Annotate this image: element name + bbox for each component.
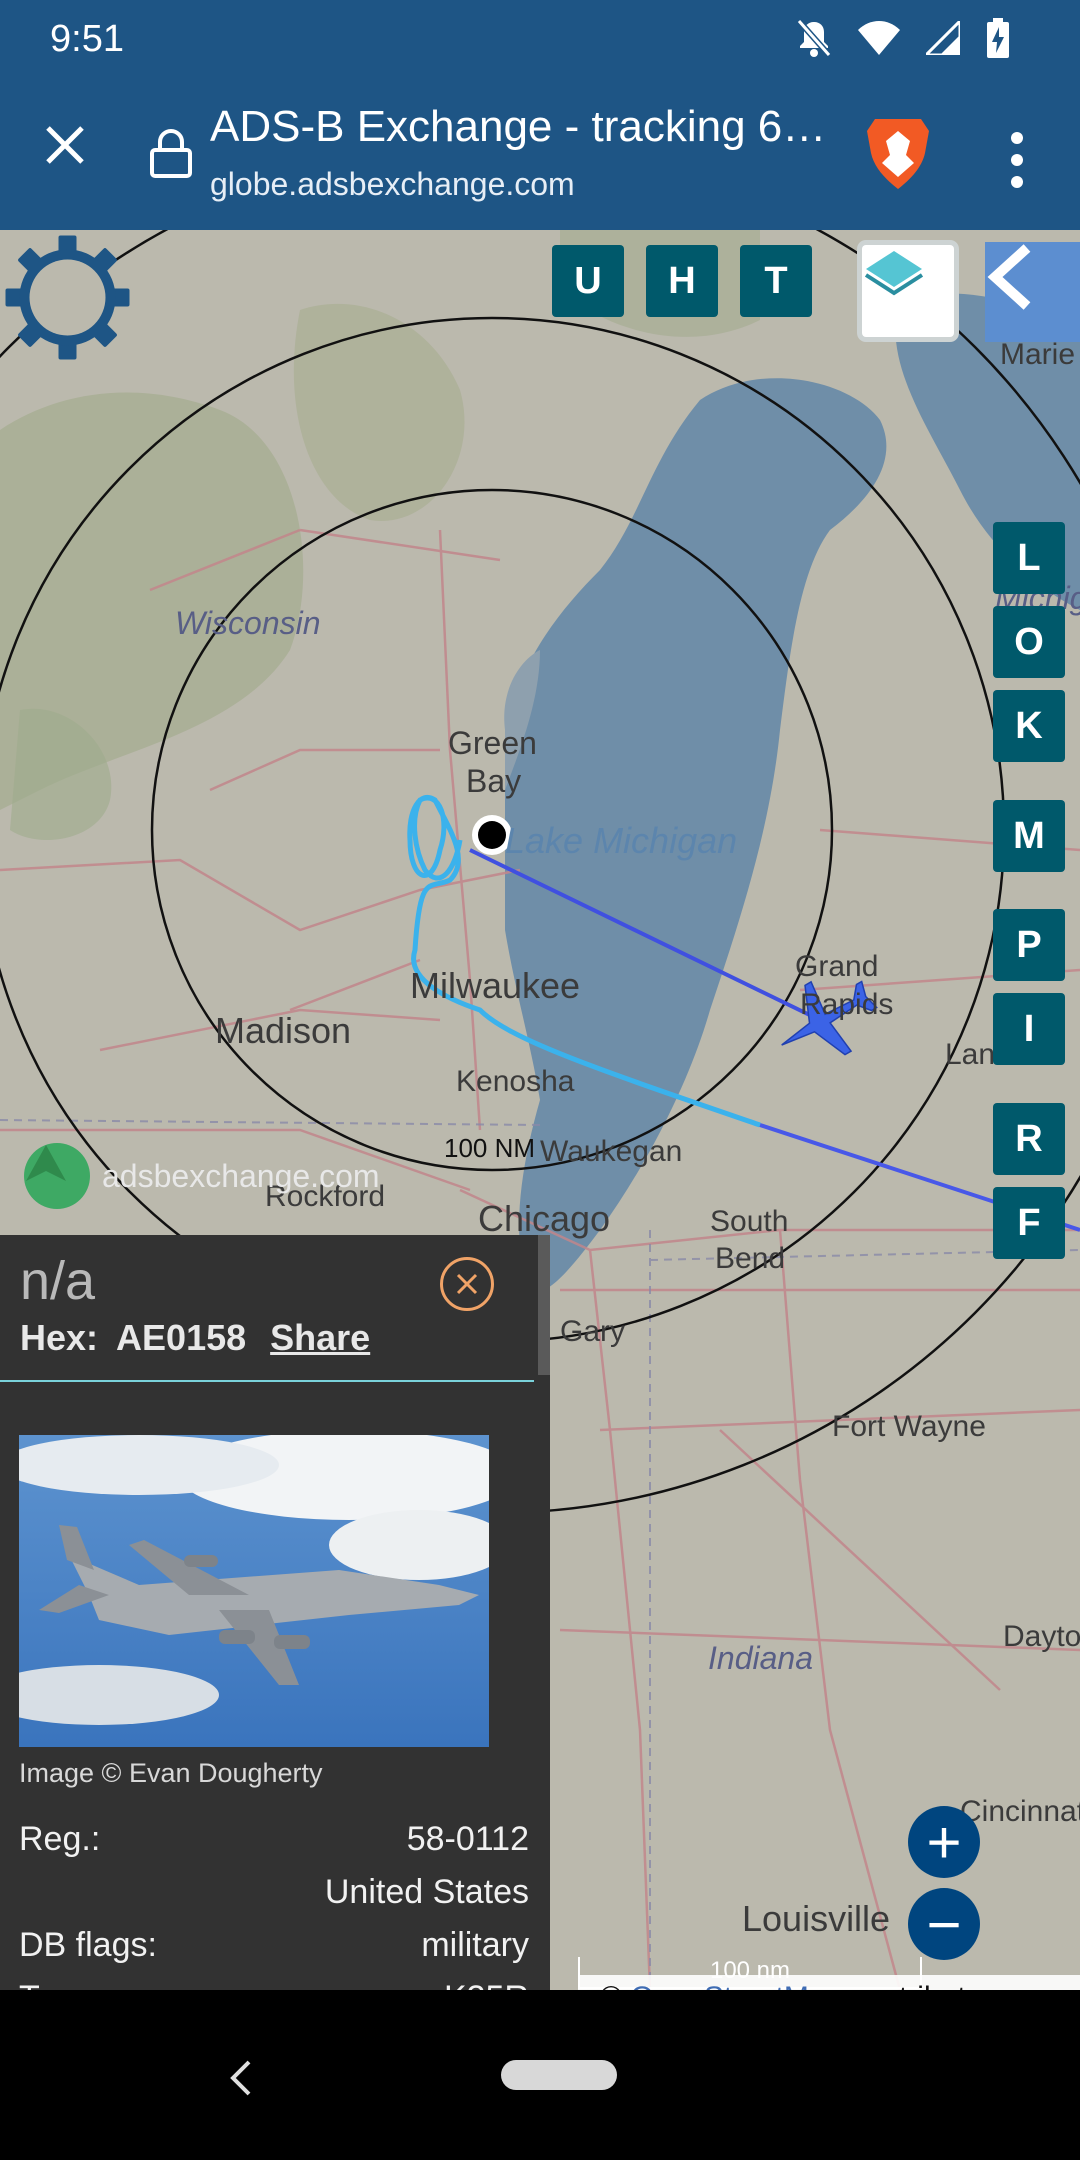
aircraft-callsign: n/a: [20, 1251, 96, 1311]
hex-value: AE0158: [116, 1317, 247, 1358]
image-credit: Image © Evan Dougherty: [19, 1758, 323, 1788]
adsbx-logo-icon: [24, 1143, 90, 1209]
hex-label: Hex:: [20, 1317, 99, 1358]
label-bay: Bay: [466, 763, 522, 799]
lock-icon[interactable]: [148, 128, 194, 178]
close-icon[interactable]: [40, 120, 90, 170]
aircraft-photo[interactable]: [19, 1435, 489, 1747]
button-o[interactable]: O: [993, 606, 1065, 678]
button-r[interactable]: R: [993, 1103, 1065, 1175]
label-indiana: Indiana: [708, 1640, 813, 1676]
panel-scrollbar[interactable]: [538, 1235, 550, 1375]
dnd-off-icon: [796, 19, 832, 57]
button-k[interactable]: K: [993, 690, 1065, 762]
detail-label: DB flags:: [19, 1926, 157, 1964]
label-louisville: Louisville: [742, 1898, 891, 1939]
label-madison: Madison: [215, 1010, 352, 1051]
button-f[interactable]: F: [993, 1187, 1065, 1259]
label-grand: Grand: [795, 950, 879, 983]
button-p[interactable]: P: [993, 909, 1065, 981]
label-south: South: [710, 1205, 789, 1238]
system-nav-bar: [0, 1990, 1080, 2160]
browser-toolbar: ADS-B Exchange - tracking 6… globe.adsbe…: [0, 80, 1080, 230]
detail-row-type: Type: K35R: [19, 1979, 529, 1990]
wifi-icon: [858, 21, 900, 55]
zoom-out-button[interactable]: −: [908, 1888, 980, 1960]
signal-icon: [926, 21, 960, 55]
label-milwaukee: Milwaukee: [410, 965, 581, 1006]
page-url[interactable]: globe.adsbexchange.com: [210, 166, 575, 203]
label-green: Green: [448, 725, 537, 761]
label-wisconsin: Wisconsin: [175, 605, 321, 641]
label-bend: Bend: [715, 1242, 786, 1275]
label-chicago: Chicago: [478, 1198, 611, 1239]
button-l[interactable]: L: [993, 522, 1065, 594]
home-pill[interactable]: [501, 2060, 617, 2090]
map-attribution: © OpenStreetMap contributors.: [578, 1975, 1080, 1990]
label-kenosha: Kenosha: [456, 1065, 575, 1098]
detail-row-reg: Reg.: 58-0112: [19, 1820, 529, 1859]
button-m[interactable]: M: [993, 800, 1065, 872]
label-cincinnati: Cincinnati: [960, 1795, 1080, 1828]
label-gary: Gary: [560, 1315, 626, 1348]
brave-lion-icon[interactable]: [865, 115, 931, 191]
range-ring-label: 100 NM: [444, 1133, 536, 1163]
watermark-text: adsbexchange.com: [102, 1157, 380, 1194]
close-panel-button[interactable]: [440, 1257, 494, 1311]
attribution-prefix: ©: [600, 1981, 622, 1990]
attribution-suffix: contributors.: [851, 1981, 1016, 1990]
layers-button[interactable]: [862, 245, 954, 337]
close-icon: [456, 1273, 478, 1295]
button-u[interactable]: U: [552, 245, 624, 317]
share-link[interactable]: Share: [270, 1317, 370, 1358]
detail-value: United States: [324, 1873, 529, 1911]
label-lake-michigan: Lake Michigan: [505, 820, 738, 861]
label-dayton: Dayto: [1003, 1620, 1080, 1653]
settings-gear-icon[interactable]: [0, 230, 135, 365]
zoom-in-button[interactable]: +: [908, 1806, 980, 1878]
label-marie: Marie: [1000, 338, 1076, 371]
detail-row-db-flags: DB flags: military: [19, 1926, 529, 1965]
detail-label: Reg.:: [19, 1820, 101, 1858]
openstreetmap-link[interactable]: OpenStreetMap: [630, 1981, 842, 1990]
detail-value: K35R: [444, 1979, 529, 1990]
aircraft-photo-image: [19, 1435, 489, 1747]
overflow-menu-icon[interactable]: [1006, 130, 1028, 190]
button-t[interactable]: T: [740, 245, 812, 317]
back-icon[interactable]: [225, 2058, 255, 2098]
status-bar: 9:51: [0, 0, 1080, 80]
chevron-left-icon: [987, 244, 1031, 310]
button-i[interactable]: I: [993, 993, 1065, 1065]
collapse-sidebar-button[interactable]: [985, 242, 1080, 342]
battery-charging-icon: [987, 18, 1009, 58]
label-lan: Lan: [945, 1038, 996, 1071]
detail-value: military: [421, 1926, 529, 1964]
detail-value: 58-0112: [406, 1820, 529, 1858]
label-waukegan: Waukegan: [540, 1135, 683, 1168]
layers-icon: [864, 251, 924, 296]
panel-divider: [0, 1380, 534, 1382]
button-h[interactable]: H: [646, 245, 718, 317]
aircraft-info-panel: n/a Hex: AE0158 Share Image © Evan Dough…: [0, 1235, 550, 1990]
page-title[interactable]: ADS-B Exchange - tracking 6…: [210, 102, 826, 152]
label-fort-wayne: Fort Wayne: [832, 1410, 986, 1443]
status-time: 9:51: [50, 18, 124, 60]
label-rapids: Rapids: [800, 988, 894, 1021]
hex-row: Hex: AE0158 Share: [20, 1317, 370, 1359]
detail-label: Type:: [19, 1979, 102, 1990]
adsbexchange-watermark: adsbexchange.com: [24, 1143, 380, 1209]
